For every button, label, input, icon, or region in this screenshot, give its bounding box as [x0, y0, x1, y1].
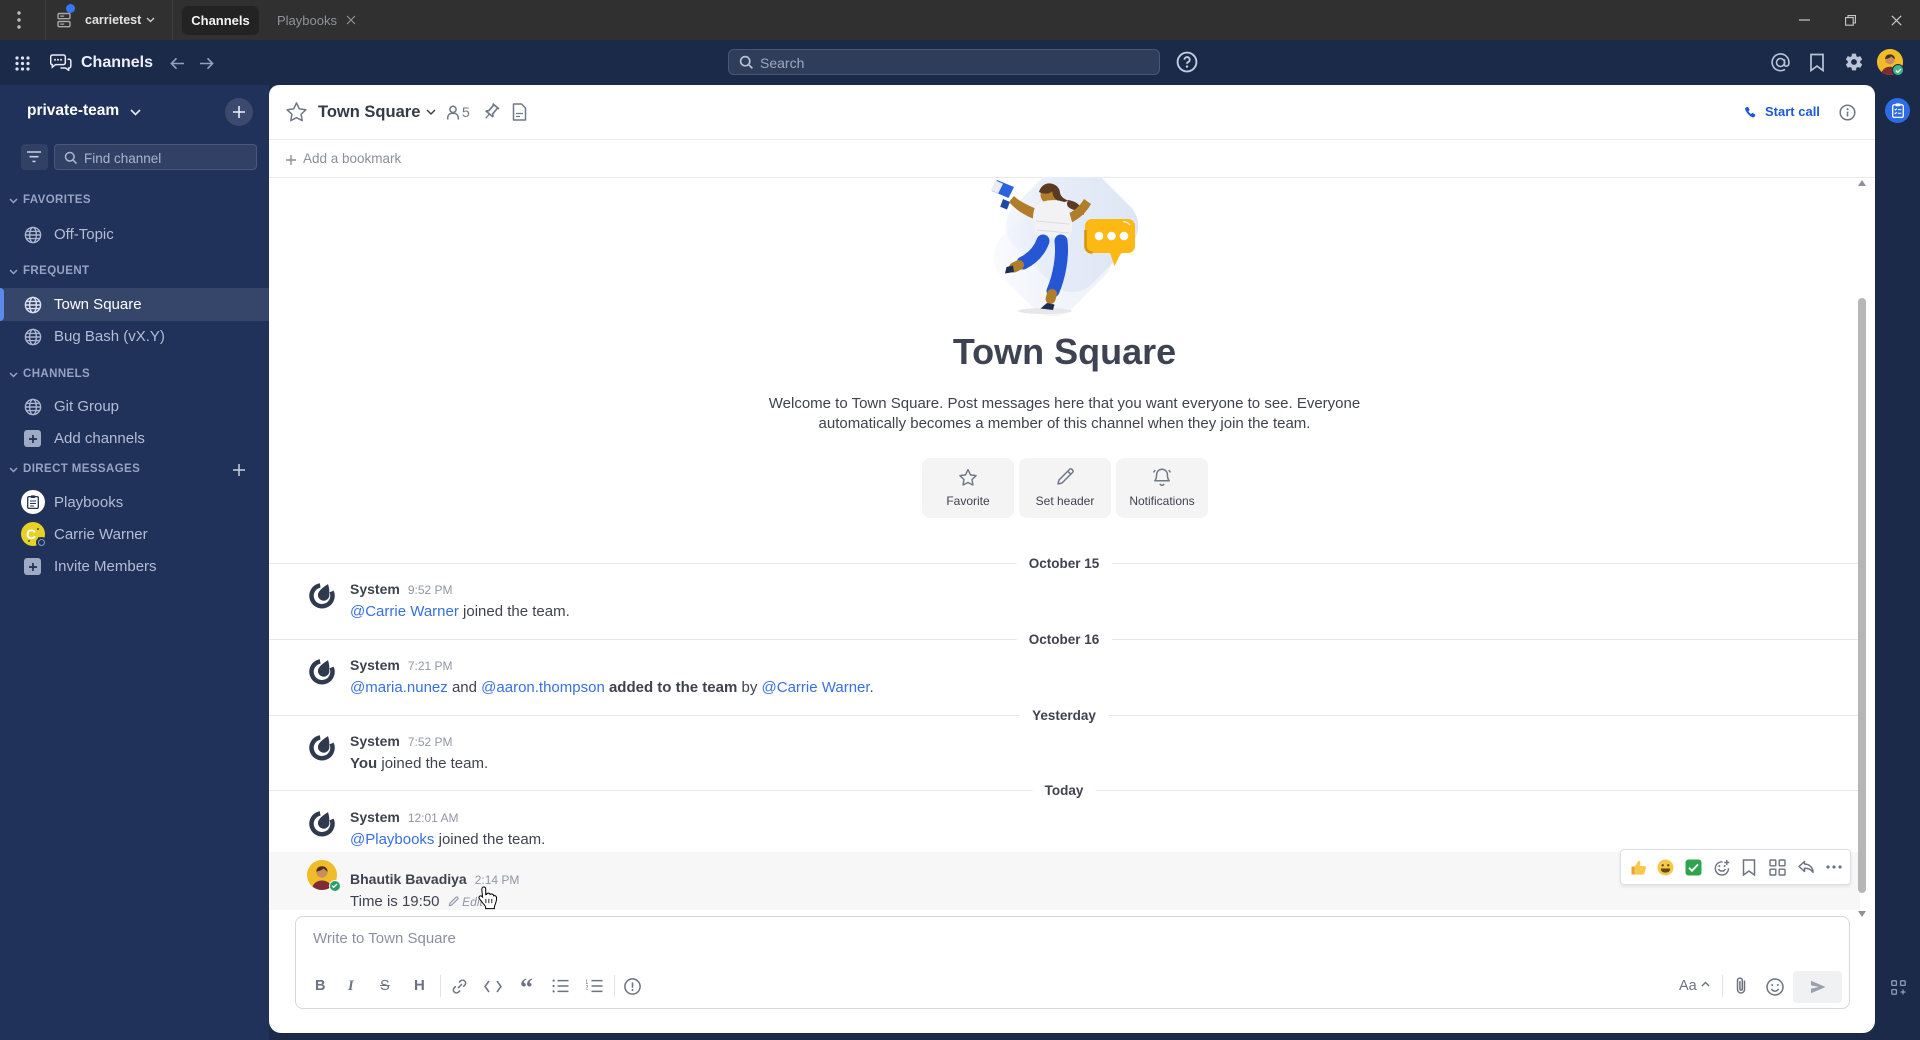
- svg-text:C: C: [26, 526, 36, 542]
- svg-text:2: 2: [586, 985, 589, 991]
